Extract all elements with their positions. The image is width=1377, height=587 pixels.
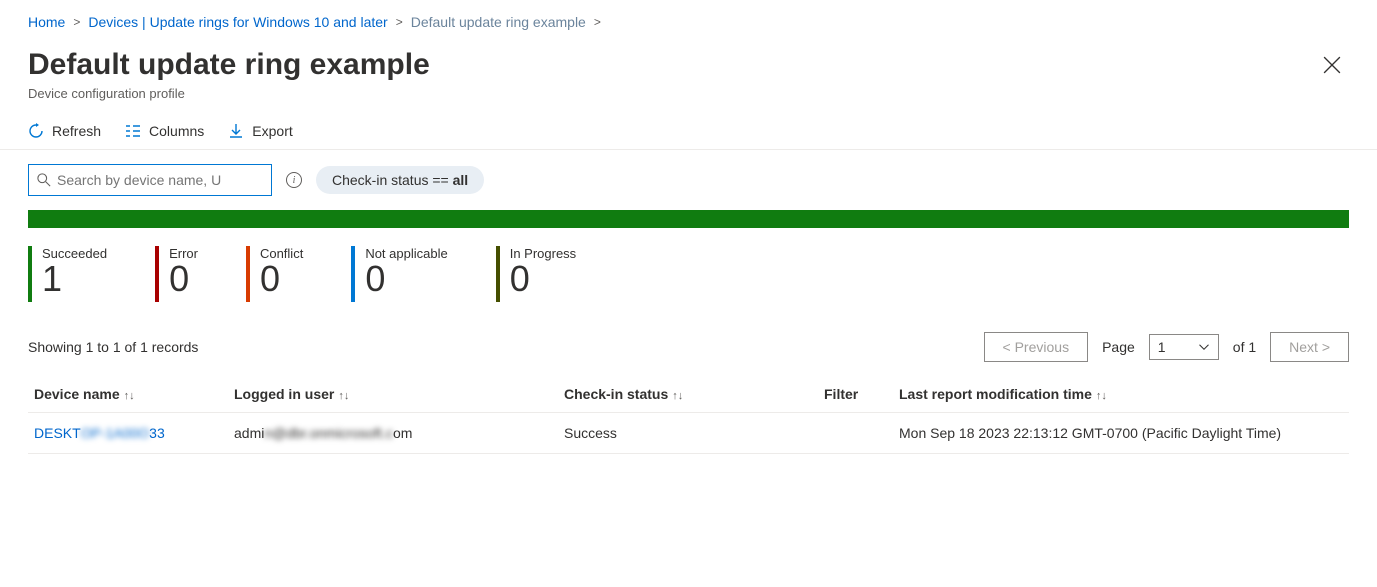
- cell-time: Mon Sep 18 2023 22:13:12 GMT-0700 (Pacif…: [893, 413, 1349, 454]
- col-device-name[interactable]: Device name↑↓: [28, 376, 228, 413]
- table-header-row: Device name↑↓ Logged in user↑↓ Check-in …: [28, 376, 1349, 413]
- table-row[interactable]: DESKTOP-1A00O33 admin@dbr.onmicrosoft.co…: [28, 413, 1349, 454]
- status-filter-label: Check-in status ==: [332, 172, 453, 188]
- stat-color-bar: [155, 246, 159, 302]
- stat-color-bar: [496, 246, 500, 302]
- sort-icon: ↑↓: [1096, 390, 1107, 402]
- records-text: Showing 1 to 1 of 1 records: [28, 339, 198, 355]
- sort-icon: ↑↓: [338, 390, 349, 402]
- cell-user: admin@dbr.onmicrosoft.com: [228, 413, 558, 454]
- page-select[interactable]: 1: [1149, 334, 1219, 360]
- stat-value: 0: [260, 261, 303, 297]
- col-last-report-time[interactable]: Last report modification time↑↓: [893, 376, 1349, 413]
- toolbar: Refresh Columns Export: [0, 109, 1377, 150]
- stat-succeeded[interactable]: Succeeded 1: [28, 246, 107, 302]
- stat-value: 0: [510, 261, 576, 297]
- export-label: Export: [252, 123, 292, 139]
- page-title: Default update ring example: [28, 48, 430, 82]
- search-input[interactable]: [57, 172, 263, 188]
- stat-color-bar: [351, 246, 355, 302]
- col-logged-user[interactable]: Logged in user↑↓: [228, 376, 558, 413]
- stat-color-bar: [28, 246, 32, 302]
- chevron-right-icon: >: [396, 15, 403, 29]
- export-button[interactable]: Export: [228, 123, 292, 139]
- stat-value: 1: [42, 261, 107, 297]
- stat-error[interactable]: Error 0: [155, 246, 198, 302]
- page-label: Page: [1102, 339, 1135, 355]
- chevron-down-icon: [1198, 341, 1210, 353]
- breadcrumb-devices[interactable]: Devices | Update rings for Windows 10 an…: [88, 14, 387, 30]
- columns-icon: [125, 123, 141, 139]
- columns-label: Columns: [149, 123, 204, 139]
- table-body: DESKTOP-1A00O33 admin@dbr.onmicrosoft.co…: [28, 413, 1349, 454]
- previous-button[interactable]: < Previous: [984, 332, 1089, 362]
- close-icon: [1323, 56, 1341, 74]
- results-table: Device name↑↓ Logged in user↑↓ Check-in …: [28, 376, 1349, 454]
- stat-in-progress[interactable]: In Progress 0: [496, 246, 576, 302]
- sort-icon: ↑↓: [124, 390, 135, 402]
- cell-device-name[interactable]: DESKTOP-1A00O33: [28, 413, 228, 454]
- stat-value: 0: [365, 261, 447, 297]
- breadcrumb: Home > Devices | Update rings for Window…: [0, 0, 1377, 38]
- pagination: < Previous Page 1 of 1 Next >: [984, 332, 1349, 362]
- of-label: of 1: [1233, 339, 1256, 355]
- page-number: 1: [1158, 339, 1166, 355]
- progress-bar: [28, 210, 1349, 228]
- stat-not-applicable[interactable]: Not applicable 0: [351, 246, 447, 302]
- sort-icon: ↑↓: [672, 390, 683, 402]
- stats-row: Succeeded 1 Error 0 Conflict 0 Not appli…: [0, 228, 1377, 324]
- chevron-right-icon: >: [73, 15, 80, 29]
- next-button[interactable]: Next >: [1270, 332, 1349, 362]
- stat-value: 0: [169, 261, 198, 297]
- stat-color-bar: [246, 246, 250, 302]
- cell-status: Success: [558, 413, 818, 454]
- page-header: Default update ring example Device confi…: [0, 38, 1377, 109]
- search-icon: [37, 173, 51, 187]
- export-icon: [228, 123, 244, 139]
- cell-filter: [818, 413, 893, 454]
- status-filter-value: all: [453, 172, 469, 188]
- col-filter[interactable]: Filter: [818, 376, 893, 413]
- page-subtitle: Device configuration profile: [28, 86, 430, 101]
- filter-row: i Check-in status == all: [0, 150, 1377, 210]
- table-top: Showing 1 to 1 of 1 records < Previous P…: [0, 324, 1377, 376]
- stat-conflict[interactable]: Conflict 0: [246, 246, 303, 302]
- info-icon[interactable]: i: [286, 172, 302, 188]
- refresh-label: Refresh: [52, 123, 101, 139]
- breadcrumb-current[interactable]: Default update ring example: [411, 14, 586, 30]
- status-filter-pill[interactable]: Check-in status == all: [316, 166, 484, 194]
- search-box[interactable]: [28, 164, 272, 196]
- col-checkin-status[interactable]: Check-in status↑↓: [558, 376, 818, 413]
- refresh-button[interactable]: Refresh: [28, 123, 101, 139]
- breadcrumb-home[interactable]: Home: [28, 14, 65, 30]
- chevron-right-icon: >: [594, 15, 601, 29]
- columns-button[interactable]: Columns: [125, 123, 204, 139]
- refresh-icon: [28, 123, 44, 139]
- close-button[interactable]: [1315, 48, 1349, 88]
